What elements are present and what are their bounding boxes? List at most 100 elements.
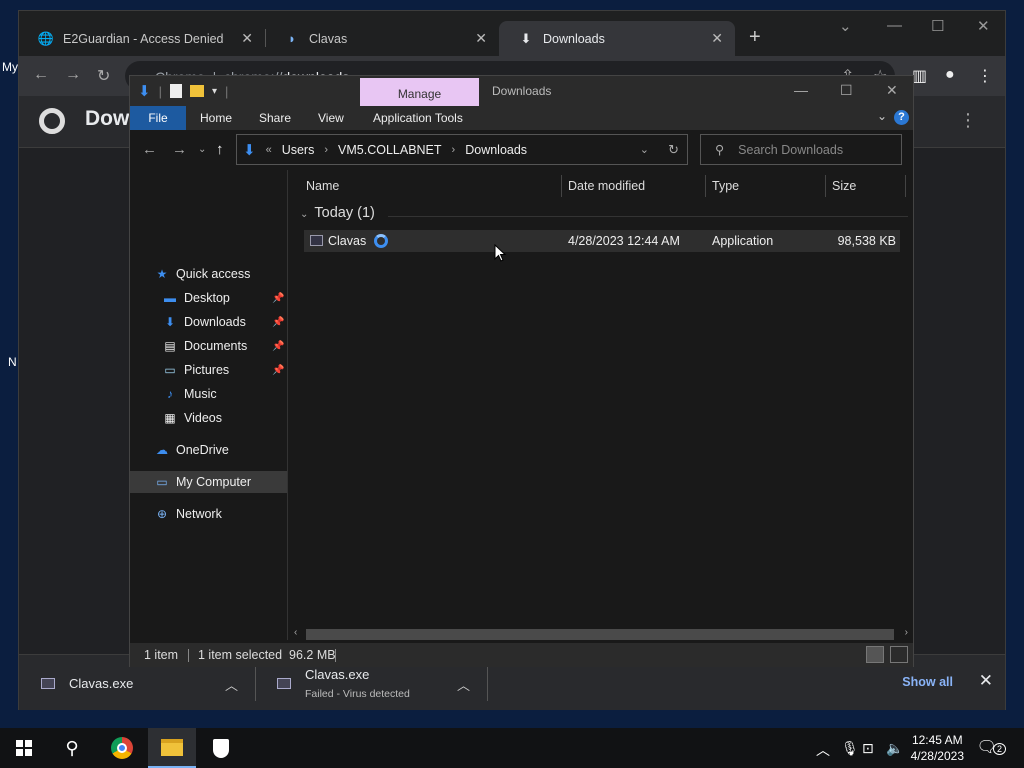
tab-clavas[interactable]: ◗ Clavas ✕ [265, 21, 499, 56]
chevron-down-icon[interactable]: ⌄ [877, 109, 887, 123]
scrollbar-thumb[interactable] [306, 629, 894, 640]
pin-icon[interactable]: 📌 [272, 293, 284, 304]
notification-center[interactable]: 🗨2 [977, 737, 1006, 757]
side-panel-icon[interactable]: ▥ [912, 66, 927, 86]
volume-icon[interactable]: 🔈 [886, 740, 903, 757]
up-icon[interactable]: ↑ [216, 141, 224, 158]
nav-onedrive[interactable]: ☁ OneDrive [154, 439, 229, 461]
taskbar-chrome[interactable] [98, 728, 146, 768]
refresh-icon[interactable]: ↻ [668, 142, 679, 158]
download-icon[interactable]: ⬇ [138, 82, 151, 100]
taskbar-file-explorer[interactable] [148, 728, 196, 768]
close-icon[interactable]: ✕ [711, 30, 723, 47]
network-icon[interactable]: ⊡ [862, 740, 874, 757]
large-icons-view-icon[interactable] [890, 646, 908, 663]
microphone-icon[interactable]: 🎙 [841, 740, 859, 757]
column-header-name[interactable]: Name [306, 170, 339, 200]
pin-icon[interactable]: 📌 [272, 341, 284, 352]
breadcrumb-downloads[interactable]: Downloads [465, 143, 527, 157]
details-view-icon[interactable] [866, 646, 884, 663]
kebab-menu-icon[interactable]: ⋮ [977, 66, 993, 86]
search-input[interactable]: ⚲ Search Downloads [700, 134, 902, 165]
column-separator[interactable] [705, 175, 706, 197]
column-header-date[interactable]: Date modified [568, 170, 645, 200]
show-all-button[interactable]: Show all [902, 675, 953, 689]
nav-network[interactable]: ⊕ Network [154, 503, 222, 525]
nav-label: Quick access [176, 267, 251, 281]
maximize-icon[interactable]: ☐ [840, 82, 853, 99]
close-icon[interactable]: ✕ [977, 17, 990, 35]
profile-icon[interactable]: ● [945, 66, 955, 84]
nav-my-computer[interactable]: ▭ My Computer [154, 471, 251, 493]
chevron-down-icon[interactable]: ⌄ [839, 17, 852, 35]
manage-tab[interactable]: Manage [360, 78, 479, 106]
tab-file[interactable]: File [130, 106, 186, 130]
chrome-icon [111, 737, 133, 759]
cloud-icon: ☁ [156, 443, 168, 457]
chevron-up-icon[interactable]: ︿ [816, 740, 830, 760]
nav-documents[interactable]: ▤ Documents 📌 [162, 335, 284, 357]
close-icon[interactable]: ✕ [241, 30, 253, 47]
tab-share[interactable]: Share [259, 106, 291, 130]
chevron-up-icon[interactable]: ︿ [457, 675, 470, 694]
help-icon[interactable]: ? [894, 110, 909, 125]
minimize-icon[interactable]: — [794, 82, 808, 98]
selection-info: 1 item selected 96.2 MB [198, 648, 336, 662]
minimize-icon[interactable]: — [887, 17, 902, 34]
breadcrumb-users[interactable]: Users [282, 143, 315, 157]
maximize-icon[interactable]: ☐ [931, 17, 944, 35]
breadcrumb-user[interactable]: VM5.COLLABNET [338, 143, 442, 157]
nav-music[interactable]: ♪ Music [162, 383, 217, 405]
table-row[interactable]: Clavas 4/28/2023 12:44 AM Application 98… [304, 230, 900, 252]
start-button[interactable] [0, 728, 48, 768]
tab-home[interactable]: Home [200, 106, 232, 130]
chevron-left-icon: « [265, 143, 272, 156]
column-separator[interactable] [825, 175, 826, 197]
nav-label: Desktop [184, 291, 230, 305]
column-separator[interactable] [905, 175, 906, 197]
group-header[interactable]: ⌄ Today (1) [300, 205, 375, 221]
column-header-type[interactable]: Type [712, 170, 739, 200]
pin-icon[interactable]: 📌 [272, 317, 284, 328]
back-icon[interactable]: ← [142, 141, 157, 158]
customize-qat-icon[interactable]: ▾ [212, 86, 217, 97]
pin-icon[interactable]: 📌 [272, 365, 284, 376]
column-separator[interactable] [561, 175, 562, 197]
search-button[interactable]: ⚲ [48, 728, 96, 768]
new-tab-icon[interactable]: + [749, 26, 761, 49]
forward-icon[interactable]: → [172, 141, 187, 158]
close-icon[interactable]: ✕ [979, 671, 993, 691]
chevron-down-icon: ⌄ [300, 209, 309, 220]
new-folder-icon[interactable] [189, 85, 204, 97]
recent-locations-icon[interactable]: ⌄ [198, 144, 206, 155]
reload-icon[interactable]: ↻ [97, 66, 110, 86]
nav-downloads[interactable]: ⬇ Downloads 📌 [162, 311, 284, 333]
application-icon [310, 235, 323, 246]
close-icon[interactable]: ✕ [475, 30, 487, 47]
kebab-menu-icon[interactable]: ⋮ [959, 110, 977, 131]
horizontal-scrollbar[interactable]: ‹ › [290, 626, 912, 642]
nav-videos[interactable]: ▦ Videos [162, 407, 222, 429]
scroll-left-icon[interactable]: ‹ [294, 627, 297, 638]
chevron-up-icon[interactable]: ︿ [225, 675, 238, 694]
videos-icon: ▦ [164, 411, 176, 425]
taskbar-security[interactable] [198, 728, 244, 768]
file-explorer-window: ⬇ | ▾ | Manage Downloads — ☐ ✕ File Home… [129, 75, 914, 667]
desktop-icon: ▬ [164, 291, 176, 305]
clock[interactable]: 12:45 AM 4/28/2023 [911, 732, 964, 764]
tab-view[interactable]: View [318, 106, 344, 130]
forward-icon[interactable]: → [65, 66, 81, 84]
properties-icon[interactable] [169, 84, 182, 98]
column-header-size[interactable]: Size [832, 170, 856, 200]
nav-quick-access[interactable]: ★ Quick access [154, 263, 251, 285]
address-bar[interactable]: ⬇ « Users › VM5.COLLABNET › Downloads ⌄ … [236, 134, 688, 165]
chevron-down-icon[interactable]: ⌄ [640, 143, 649, 156]
close-icon[interactable]: ✕ [886, 82, 898, 99]
nav-pictures[interactable]: ▭ Pictures 📌 [162, 359, 284, 381]
back-icon[interactable]: ← [33, 66, 49, 84]
scroll-right-icon[interactable]: › [905, 627, 908, 638]
tab-e2guardian[interactable]: 🌐 E2Guardian - Access Denied ✕ [19, 21, 265, 56]
tab-application-tools[interactable]: Application Tools [373, 106, 463, 130]
nav-desktop[interactable]: ▬ Desktop 📌 [162, 287, 284, 309]
tab-downloads[interactable]: ⬇ Downloads ✕ [499, 21, 735, 56]
